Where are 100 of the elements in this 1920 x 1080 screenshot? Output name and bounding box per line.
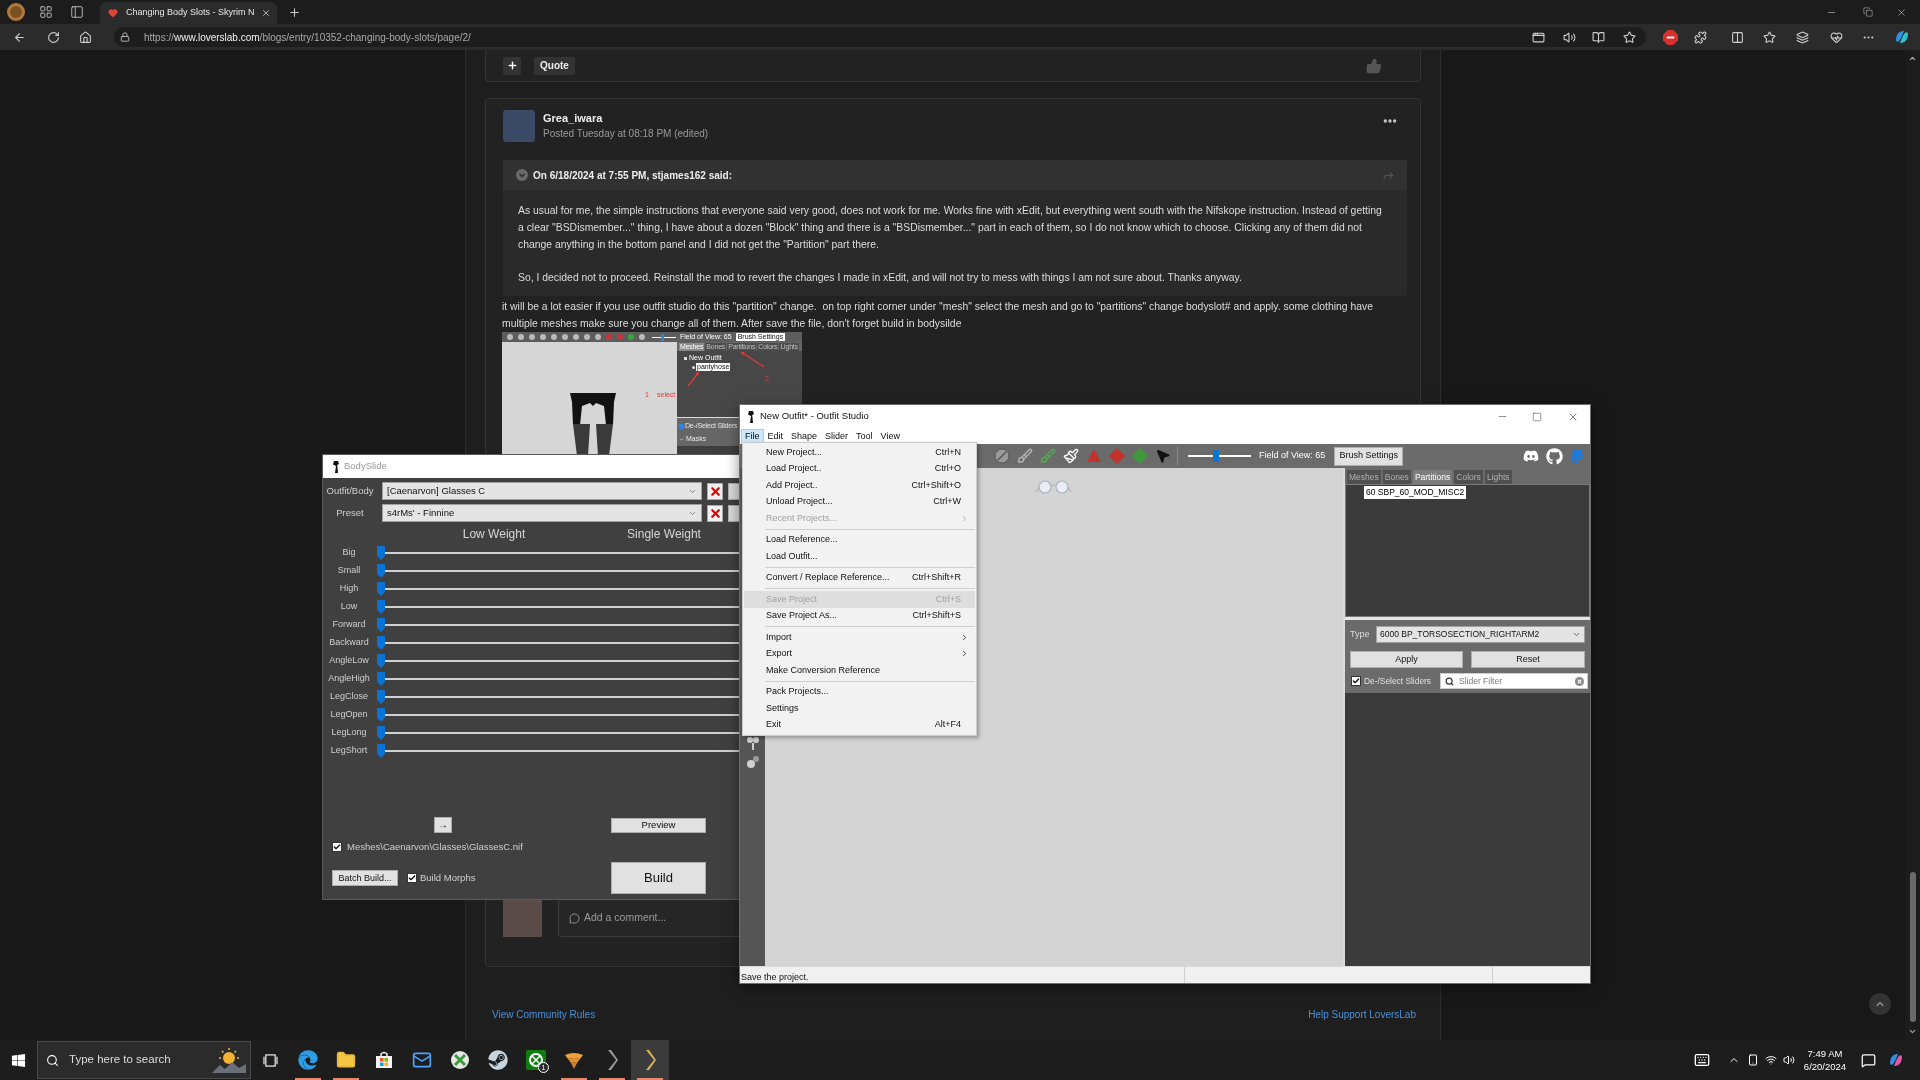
keyboard-icon[interactable] [1694,1052,1710,1068]
checkbox[interactable] [1351,676,1361,686]
panel-tab[interactable]: Partitions [1412,470,1453,484]
slider-thumb[interactable] [377,582,385,596]
browser-tab[interactable]: Changing Body Slots - Skyrim N [100,2,277,24]
vertical-tabs-icon[interactable] [70,5,84,19]
panel-tab[interactable]: Bones [1382,470,1411,484]
scroll-up-icon[interactable] [1908,54,1917,63]
add-button[interactable] [503,56,521,75]
slider-track[interactable] [377,582,740,596]
task-view-icon[interactable] [262,1053,278,1067]
fov-slider[interactable] [1188,450,1251,462]
star-icon[interactable] [1623,30,1636,44]
panel-tab[interactable]: Colors [1454,470,1483,484]
leaf-icon[interactable] [1888,1052,1904,1068]
address-bar[interactable]: https://www.loverslab.com/blogs/entry/10352-changing-body-slots/page/2/ [114,27,1646,47]
slider-thumb[interactable] [661,333,665,341]
menu-item[interactable]: Shape [787,428,822,444]
slider-thumb[interactable] [377,726,385,740]
menu-entry[interactable]: Load Outfit... [744,548,975,565]
slider-track[interactable] [377,654,740,668]
menu-entry[interactable]: Load Reference... [744,531,975,548]
menu-entry[interactable]: Pack Projects... [744,683,975,700]
url-text[interactable]: https://www.loverslab.com/blogs/entry/10352-changing-body-slots/page/2/ [144,29,471,45]
dropdown[interactable]: s4rMs' - Finnine [382,504,702,522]
clock-time[interactable]: 7:49 AM [1807,1047,1843,1060]
menu-item[interactable]: Slider [821,428,853,444]
slider-thumb[interactable] [377,708,385,722]
quote-button[interactable]: Quote [534,56,575,75]
slider-track[interactable] [377,708,740,722]
scrollbar-thumb[interactable] [1909,872,1916,1022]
slider-thumb[interactable] [377,654,385,668]
slider-thumb[interactable] [377,564,385,578]
cut-off-button[interactable] [728,504,740,522]
back-icon[interactable] [13,30,26,44]
split-screen-icon[interactable] [1731,30,1744,44]
footer-link[interactable]: Help Support LoversLab [1308,1007,1416,1022]
scroll-top-button[interactable] [1869,993,1891,1015]
search-field[interactable]: Type here to search [37,1041,251,1079]
arrow-button[interactable]: → [434,817,452,833]
menu-entry[interactable]: Make Conversion Reference [744,662,975,679]
remove-button[interactable] [707,482,723,500]
menu-entry[interactable]: Add Project.. Ctrl+Shift+O [744,477,975,494]
brush-icon[interactable] [1063,448,1079,464]
clock-date[interactable]: 6/20/2024 [1803,1060,1847,1073]
discord-icon[interactable] [1523,448,1539,464]
slider-thumb[interactable] [1213,450,1220,462]
circle-slash-icon[interactable] [994,448,1010,464]
slider-thumb[interactable] [377,636,385,650]
slider-track[interactable] [377,618,740,632]
scroll-down-icon[interactable] [1908,1027,1917,1036]
menu-entry[interactable]: Export [744,645,975,662]
profile-avatar[interactable] [7,3,25,21]
pointer-icon[interactable] [1155,448,1171,464]
volume-icon[interactable] [1783,1054,1795,1066]
menu-entry[interactable]: Unload Project... Ctrl+W [744,493,975,510]
close-icon[interactable] [1896,6,1907,18]
brush-settings-button[interactable]: Brush Settings [1334,446,1403,466]
brush-icon[interactable] [1017,448,1033,464]
panel-tab[interactable]: Meshes [1347,470,1381,484]
wifi-icon[interactable] [1765,1054,1777,1066]
checkbox[interactable] [407,873,417,883]
phone-icon[interactable] [1747,1054,1759,1066]
workspaces-icon[interactable] [39,5,53,19]
footer-link[interactable]: View Community Rules [492,1007,596,1022]
menu-item[interactable]: View [876,428,904,444]
slider-thumb[interactable] [377,600,385,614]
reset-button[interactable]: Reset [1471,651,1585,668]
book-icon[interactable] [1592,30,1605,44]
slider-track[interactable] [377,672,740,686]
collapse-icon[interactable] [516,169,528,181]
menu-item[interactable]: Tool [852,428,877,444]
circles-icon[interactable] [745,755,760,769]
slider-thumb[interactable] [377,744,385,758]
slider-thumb[interactable] [377,672,385,686]
slider-thumb[interactable] [377,546,385,560]
github-icon[interactable] [1546,447,1563,465]
partition-item[interactable]: 60 SBP_60_MOD_MISC2 [1364,486,1467,499]
layers-icon[interactable] [1796,30,1809,44]
slider-track[interactable] [377,726,740,740]
type-dropdown[interactable]: 6000 BP_TORSOSECTION_RIGHTARM2 [1376,626,1585,643]
slider-track[interactable] [377,636,740,650]
preview-button[interactable]: Preview [611,817,706,833]
scrollbar[interactable] [1905,50,1920,1040]
menu-entry[interactable]: Exit Alt+F4 [744,716,975,733]
slider-thumb[interactable] [377,690,385,704]
octagon-icon[interactable] [1663,29,1678,45]
menu-entry[interactable]: Save Project As... Ctrl+Shift+S [744,607,975,624]
slider-track[interactable] [377,690,740,704]
leaf-icon[interactable] [1894,29,1910,45]
heart-pulse-icon[interactable] [1830,30,1843,44]
build-button[interactable]: Build [611,862,706,894]
comment-field[interactable]: Add a comment... [558,899,741,937]
batch-build-button[interactable]: Batch Build... [332,870,398,886]
close-icon[interactable] [261,8,271,18]
slider-track[interactable] [377,600,740,614]
tool-icon[interactable] [745,736,760,750]
apply-button[interactable]: Apply [1350,651,1463,668]
speaker-icon[interactable] [1563,30,1576,44]
thumbs-up-icon[interactable] [1366,57,1382,74]
